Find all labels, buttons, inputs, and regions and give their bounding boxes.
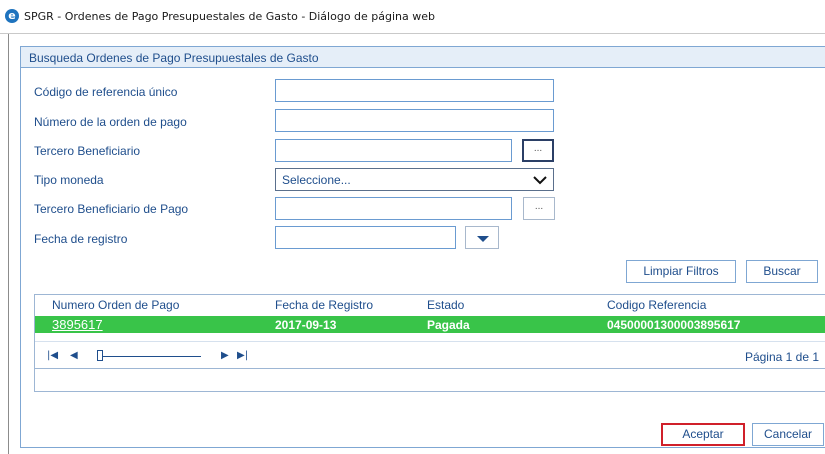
aceptar-button[interactable]: Aceptar [661, 423, 745, 446]
ie-icon: e [5, 9, 19, 23]
grid-pager: |◀ ◀ ▶ ▶| Página 1 de 1 [35, 341, 825, 369]
window-titlebar: e SPGR - Ordenes de Pago Presupuestales … [0, 0, 825, 34]
pager-slider-thumb[interactable] [97, 350, 103, 361]
numero-input[interactable] [275, 109, 554, 132]
panel-title: Busqueda Ordenes de Pago Presupuestales … [29, 51, 319, 65]
row-codigo: 04500001300003895617 [607, 318, 741, 332]
caret-down-icon [477, 236, 489, 242]
tercero-label: Tercero Beneficiario [34, 144, 141, 158]
fecha-dropdown-button[interactable] [465, 226, 499, 249]
tercero-input[interactable] [275, 139, 512, 162]
fecha-input[interactable] [275, 226, 456, 249]
column-header-numero[interactable]: Numero Orden de Pago [52, 298, 179, 312]
column-header-fecha[interactable]: Fecha de Registro [275, 298, 373, 312]
first-page-icon[interactable]: |◀ [47, 350, 58, 362]
row-estado: Pagada [427, 318, 470, 332]
cancelar-button[interactable]: Cancelar [752, 423, 824, 446]
row-fecha: 2017-09-13 [275, 318, 337, 332]
table-row[interactable]: 3895617 2017-09-13 Pagada 04500001300003… [35, 316, 825, 333]
tercero-lookup-button[interactable]: ... [522, 139, 554, 162]
previous-page-icon[interactable]: ◀ [70, 350, 78, 362]
column-header-codigo[interactable]: Codigo Referencia [607, 298, 706, 312]
window-title: SPGR - Ordenes de Pago Presupuestales de… [24, 10, 436, 23]
codigo-input[interactable] [275, 79, 554, 102]
results-grid: Numero Orden de Pago Fecha de Registro E… [34, 294, 825, 392]
next-page-icon[interactable]: ▶ [221, 350, 229, 362]
moneda-select-value: Seleccione... [282, 173, 351, 187]
moneda-label: Tipo moneda [34, 173, 104, 187]
panel-header: Busqueda Ordenes de Pago Presupuestales … [21, 47, 825, 68]
numero-label: Número de la orden de pago [34, 115, 187, 129]
limpiar-filtros-button[interactable]: Limpiar Filtros [626, 260, 736, 283]
fecha-label: Fecha de registro [34, 232, 128, 246]
buscar-button[interactable]: Buscar [746, 260, 818, 283]
moneda-select[interactable]: Seleccione... [275, 168, 554, 191]
pager-slider-track[interactable] [101, 356, 201, 357]
page-info: Página 1 de 1 [744, 350, 819, 364]
tercero-pago-lookup-button[interactable]: ... [523, 197, 555, 220]
column-header-estado[interactable]: Estado [427, 298, 464, 312]
grid-header: Numero Orden de Pago Fecha de Registro E… [35, 295, 825, 315]
codigo-label: Código de referencia único [34, 85, 178, 99]
row-numero-link[interactable]: 3895617 [52, 317, 103, 332]
tercero-pago-input[interactable] [275, 197, 512, 220]
tercero-pago-label: Tercero Beneficiario de Pago [34, 202, 189, 216]
chevron-down-icon [533, 176, 547, 185]
last-page-icon[interactable]: ▶| [237, 350, 248, 362]
window-border [8, 34, 9, 454]
